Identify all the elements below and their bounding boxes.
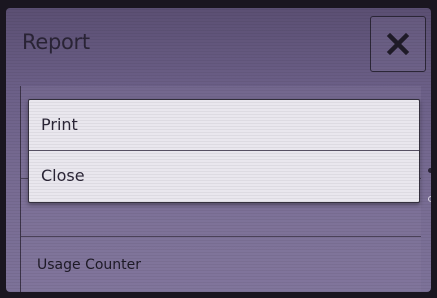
list-item-label: Usage Counter [37, 257, 142, 273]
close-icon [386, 32, 410, 56]
close-button[interactable] [370, 16, 426, 72]
popup-menu: Print Close [28, 99, 420, 203]
list-item-usage-counter[interactable]: Usage Counter [21, 236, 421, 283]
report-screen: Report Error Info. Usage Counter Print C… [6, 8, 431, 292]
menu-item-label: Close [41, 166, 85, 185]
menu-item-print[interactable]: Print [29, 100, 419, 150]
menu-item-close[interactable]: Close [29, 151, 419, 201]
title-bar: Report [6, 8, 431, 82]
scroll-indicator-active-dot [428, 168, 431, 173]
scroll-indicator-inactive-dot [428, 196, 431, 202]
menu-item-label: Print [41, 115, 78, 134]
page-title: Report [22, 30, 90, 54]
